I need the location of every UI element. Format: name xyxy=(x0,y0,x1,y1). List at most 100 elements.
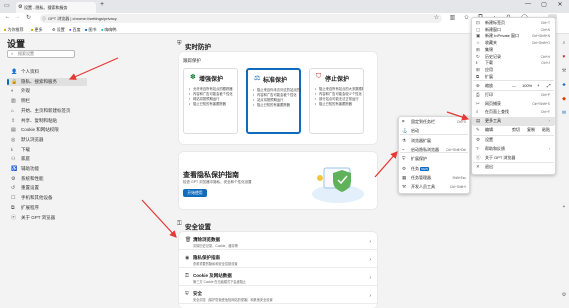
menu-item[interactable]: ✂ 网页捕获 Ctrl+Shift+S xyxy=(472,100,555,108)
zoom-out-button[interactable]: — xyxy=(512,81,516,90)
arrow-to-clear-browsing xyxy=(374,151,398,178)
sidebar-item[interactable]: ▤ Cookie 和网站权限 xyxy=(7,126,87,134)
menu-item[interactable]: ⚙ 设置 xyxy=(472,136,555,144)
nav-label: 开始、主页和新建标签页 xyxy=(21,107,71,113)
zoom-in-button[interactable]: + xyxy=(537,81,540,90)
address-input[interactable]: ⓘ GPT 浏览器 | chrome://settings/privacy xyxy=(40,14,442,23)
menu-item[interactable]: ▤ 更多工具 › xyxy=(472,116,555,125)
sidebar-item[interactable]: ⚇ 家庭 xyxy=(7,155,87,163)
sidebar-item[interactable]: ◐ 外观 xyxy=(7,87,87,95)
menu-item-label: 新建 InPrivate 窗口 xyxy=(485,33,520,39)
nav-icon: ⌂ xyxy=(11,107,15,114)
menu-item[interactable]: ⓔ 关于 GPT 浏览器 xyxy=(472,154,555,162)
option-bullet: 阻止已知的有害跟踪器 xyxy=(189,102,237,107)
tracking-option-2[interactable]: ⛉停止保护阻止来自所有站点的大多数跟踪器内容和广告可能会较少个性化部分站点可能无… xyxy=(309,68,364,134)
sidebar-item[interactable]: ⓔ 关于 GPT 浏览器 xyxy=(7,214,87,222)
submenu-item-label: 扩展保护 xyxy=(411,156,427,162)
sidebar-shopping-icon[interactable]: ♥ xyxy=(560,54,568,60)
tab-actions-icon[interactable]: ▭ xyxy=(4,2,10,9)
fullscreen-icon[interactable]: ⤢ xyxy=(547,81,551,90)
menu-item-label: 退出 xyxy=(485,164,493,169)
submenu-item-shortcut: Ctrl+Shift+I xyxy=(450,185,466,190)
sidebar-add-icon[interactable]: + xyxy=(560,204,568,210)
copy-button[interactable]: 复制 xyxy=(527,126,535,134)
paste-button[interactable]: 粘贴 xyxy=(542,126,550,134)
option-bullet: 阻止已知的有害跟踪器 xyxy=(315,102,363,107)
nav-icon: ☐ xyxy=(11,195,16,202)
submenu-item-label: 浏览器扩展 xyxy=(411,137,431,143)
fav-images[interactable]: ■ 图书 xyxy=(85,26,97,33)
settings-search-input[interactable]: ⌕ 搜索设置 xyxy=(7,50,75,58)
favorite-star-icon[interactable]: ☆ xyxy=(432,14,441,21)
menu-item[interactable]: ✕ 退出 xyxy=(472,163,555,171)
menu-item-icon: ⚙ xyxy=(476,137,481,142)
nav-label: 家庭 xyxy=(21,156,30,162)
sidebar-item[interactable]: ▥ 侧栏 xyxy=(7,97,87,105)
security-row[interactable]: 🗑 清除浏览数据 清除历史记录、Cookie、缓存等 › xyxy=(179,235,377,250)
fav-recommended[interactable]: ■ 为你推荐 xyxy=(4,26,24,33)
chevron-right-icon: › xyxy=(369,275,371,281)
menu-item[interactable]: ? 帮助和反馈 › xyxy=(472,145,555,153)
forward-icon[interactable]: → xyxy=(13,14,22,20)
sidebar-item[interactable]: ↺ 重置设置 xyxy=(7,184,87,192)
security-row[interactable]: ⛨ 安全 安全浏览（保护您免受危险网站的侵害）和其他安全设置 › xyxy=(179,289,377,304)
submenu-item-icon: ⚙ xyxy=(402,165,407,171)
site-info-icon[interactable]: ⓘ xyxy=(42,14,46,23)
sidebar-item[interactable]: 👤 个人资料 xyxy=(7,68,87,76)
submenu-item[interactable]: ⌗ 固定到任务栏 Ctrl+S xyxy=(399,118,469,126)
submenu-item-label: 任务管理器 xyxy=(411,174,431,180)
minimize-button[interactable]: — xyxy=(522,1,534,7)
split-screen-icon[interactable]: ▥ xyxy=(448,14,457,21)
menu-item[interactable]: ⌕ 在页面上查找 Ctrl+F xyxy=(472,108,555,116)
sidebar-settings-icon[interactable]: ⚙ xyxy=(560,292,568,298)
submenu-separator xyxy=(400,152,468,153)
sidebar-item[interactable]: ⚙ 系统和性能 xyxy=(7,175,87,183)
nav-label: 侧栏 xyxy=(21,98,30,104)
new-tab-button[interactable]: + xyxy=(100,1,104,8)
settings-tab-icon: ⚙ xyxy=(18,4,23,10)
submenu-item[interactable]: ⚙ 任务 NEW xyxy=(399,165,469,173)
sidebar-games-icon[interactable]: ♣ xyxy=(560,82,568,88)
submenu-item[interactable]: ⛨ 扩展保护 xyxy=(399,155,469,163)
menu-item[interactable]: ⎙ 打印 Ctrl+P xyxy=(472,91,555,99)
get-started-button[interactable]: 开始使用 xyxy=(183,189,207,197)
submenu-item[interactable]: ⚗ 浏览器扩展 xyxy=(399,137,469,145)
sidebar-item[interactable]: ⌂ 开始、主页和新建标签页 xyxy=(7,107,87,115)
gear-icon: ⚙ xyxy=(52,27,56,32)
fav-settings[interactable]: ⚙ 设置 xyxy=(52,26,65,33)
submenu-item[interactable]: ▦ 任务管理器 Shift+Esc xyxy=(399,174,469,182)
fav-more[interactable]: ■ 更多 xyxy=(31,26,43,33)
favorites-icon[interactable]: ✩ xyxy=(462,14,471,21)
fav-other[interactable]: ● 嗨嗨鸭 xyxy=(101,26,117,33)
active-tab[interactable]: ⚙ 设置 - 隐私、搜索和服务 xyxy=(16,2,96,13)
sidebar-item[interactable]: ☐ 手机和其他设备 xyxy=(7,194,87,202)
sidebar-tools-icon[interactable]: ⚒ xyxy=(560,68,568,74)
refresh-icon[interactable]: ↻ xyxy=(24,14,33,21)
tracking-option-0[interactable]: ✽增强保护允许来自所有站点的跟踪器内容和广告可能会被个性化网站将按预期运行阻止已… xyxy=(183,68,238,134)
fav-baidu[interactable]: ● 百度 xyxy=(69,26,81,33)
nav-icon: ⇪ xyxy=(11,117,16,124)
security-row[interactable]: ⚿ Cookie 及网站数据 第三方 Cookie 在无痕模式下会被阻止 › xyxy=(179,271,377,286)
sidebar-outlook-icon[interactable]: ✉ xyxy=(560,110,568,116)
sidebar-item[interactable]: ⭳ 下载 xyxy=(7,146,87,154)
sidebar-item[interactable]: ⇪ 共享、复制和粘贴 xyxy=(7,117,87,125)
sidebar-search-icon[interactable]: ⌕ xyxy=(560,40,568,46)
close-window-button[interactable]: ✕ xyxy=(554,1,566,8)
folder-icon: ■ xyxy=(4,27,7,32)
cut-button[interactable]: 剪切 xyxy=(512,126,520,134)
row-icon: 🗑 xyxy=(185,237,192,243)
security-row[interactable]: ◉ 隐私保护指南 查看重要的隐私和安全控制设置 › xyxy=(179,253,377,268)
sidebar-item[interactable]: ⧉ 扩展程序 xyxy=(7,204,87,212)
maximize-button[interactable]: ▢ xyxy=(538,1,550,8)
sidebar-item[interactable]: 🔒 隐私、搜索和服务 xyxy=(7,77,87,86)
new-badge: NEW xyxy=(420,166,430,171)
tracking-option-1[interactable]: ⚖标准保护阻止来自你未访问过的站点的跟踪器内容和广告可能会被个性化站点将按预期运… xyxy=(246,68,301,134)
submenu-item[interactable]: ⚒ 开发人员工具 Ctrl+Shift+I xyxy=(399,183,469,191)
tracking-section-title: 实时防护 xyxy=(185,44,211,51)
sidebar-office-icon[interactable]: ◆ xyxy=(560,96,568,102)
option-bullet: 阻止已知的有害跟踪器 xyxy=(253,103,301,108)
menu-item-label: 历史记录 xyxy=(485,53,501,59)
sidebar-item[interactable]: ◎ 默认浏览器 xyxy=(7,136,87,144)
sidebar-item[interactable]: ♿ 辅助功能 xyxy=(7,165,87,173)
back-icon[interactable]: ← xyxy=(3,14,12,20)
